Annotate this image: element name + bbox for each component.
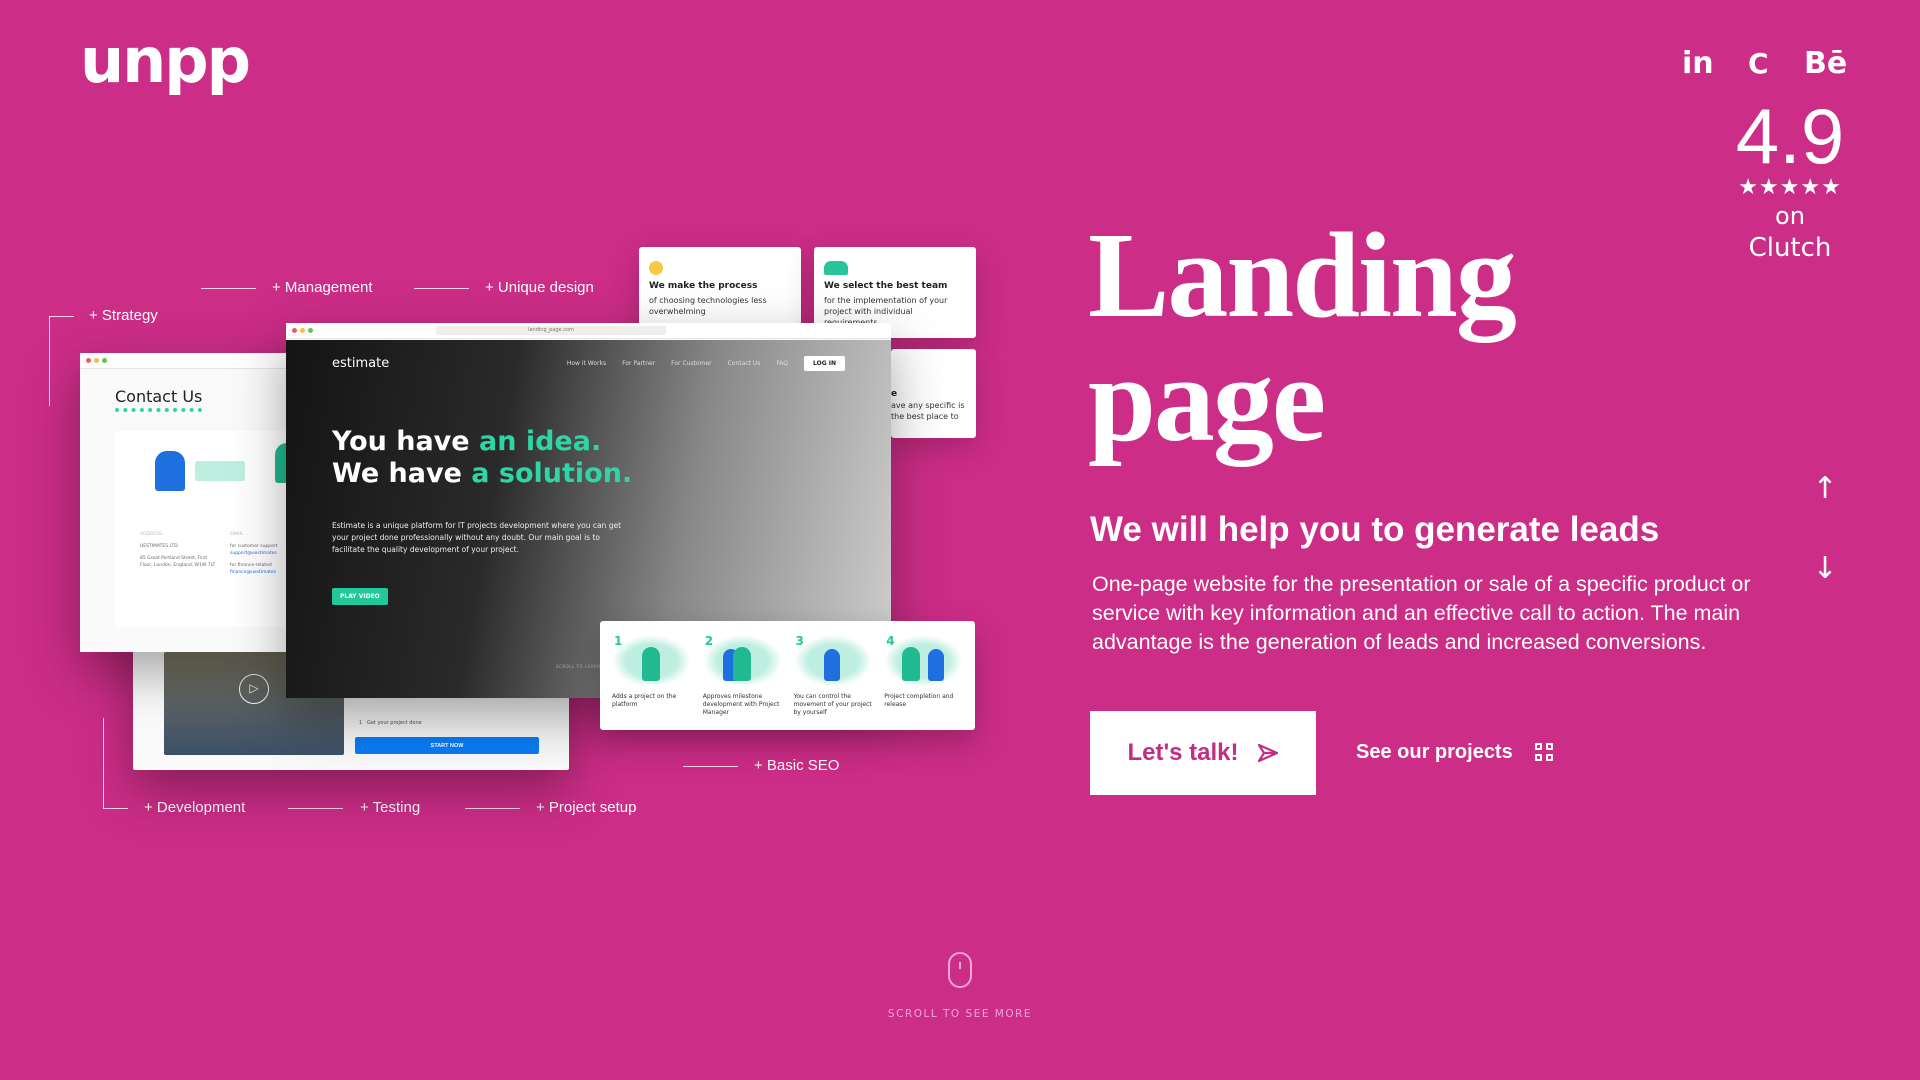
scroll-label: SCROLL TO SEE MORE	[887, 1008, 1033, 1020]
hero-description: One-page website for the presentation or…	[1092, 572, 1751, 654]
mockup-paragraph: Estimate is a unique platform for IT pro…	[332, 521, 622, 554]
step-item: 3 You can control the movement of your pr…	[793, 634, 873, 716]
address-block: ADDRESS UESTIMATES LTD 85 Great Portland…	[140, 532, 216, 568]
divider	[683, 766, 738, 767]
lightbulb-icon	[649, 261, 663, 275]
team-icon	[824, 261, 848, 275]
card-title: e	[891, 389, 898, 399]
card-title: We select the best team	[824, 281, 948, 291]
mockup-play-video: PLAY VIDEO	[332, 588, 388, 605]
card-text: ave any specific is the best place to	[891, 401, 965, 421]
divider	[201, 288, 256, 289]
arrow-up-icon[interactable]: ↑	[1810, 474, 1840, 504]
label-development: + Development	[144, 799, 246, 816]
browser-bar	[80, 353, 310, 369]
see-projects-link[interactable]: See our projects	[1356, 737, 1553, 767]
divider	[288, 808, 343, 809]
start-now-button[interactable]: START NOW	[355, 737, 539, 754]
scroll-indicator[interactable]: SCROLL TO SEE MORE	[860, 952, 1060, 1020]
clutch-rating[interactable]: 4.9 ★★★★★ on Clutch	[1730, 96, 1850, 264]
card-text: of choosing technologies less overwhelmi…	[649, 296, 767, 316]
title-line-1: Landing	[1088, 208, 1517, 343]
step-item: 4 Project completion and release	[884, 635, 963, 716]
mockup-brand: estimate	[332, 356, 390, 371]
mockup-nav-item: For Partner	[622, 360, 656, 367]
title-line-2: page	[1088, 332, 1326, 467]
illustration	[195, 461, 245, 481]
mockup-nav: estimate How it Works For Partner For Cu…	[332, 356, 845, 371]
rating-prefix: on	[1775, 202, 1805, 230]
bracket-line	[103, 718, 104, 808]
contact-title: Contact Us	[115, 387, 203, 412]
contact-window: Contact Us ADDRESS UESTIMATES LTD 85 Gre…	[80, 353, 310, 652]
send-icon	[1257, 743, 1278, 763]
behance-icon[interactable]: Bē	[1804, 46, 1847, 82]
rating-platform-name: Clutch	[1748, 233, 1832, 263]
label-unique-design: + Unique design	[485, 279, 594, 296]
mockup-login: LOG IN	[804, 356, 845, 371]
mockup-scroll: SCROLL TO LEARN	[556, 664, 601, 669]
step-item: 2 Approves milestone development with Pro…	[702, 635, 782, 716]
steps-card: 1 Adds a project on the platform 2 Approve…	[600, 621, 975, 730]
mockup-headline: You have an idea. We have a solution.	[332, 426, 633, 489]
label-basic-seo: + Basic SEO	[754, 757, 840, 774]
divider	[465, 808, 520, 809]
mockup-nav-item: How it Works	[566, 360, 607, 367]
url-bar: landing_page.com	[436, 326, 666, 335]
feature-card: e ave any specific is the best place to	[891, 349, 976, 438]
rating-platform: on Clutch	[1730, 200, 1850, 264]
play-icon[interactable]: ▷	[239, 674, 269, 704]
label-project-setup: + Project setup	[536, 799, 637, 816]
linkedin-icon[interactable]: in	[1682, 46, 1714, 82]
mockup-nav-item: Contact Us	[727, 360, 761, 367]
contact-panel: ADDRESS UESTIMATES LTD 85 Great Portland…	[115, 431, 310, 627]
lets-talk-label: Let's talk!	[1127, 739, 1239, 766]
rating-score: 4.9	[1735, 92, 1845, 180]
divider	[103, 808, 128, 809]
see-projects-label: See our projects	[1356, 741, 1513, 763]
grid-icon	[1534, 743, 1553, 761]
divider	[414, 288, 469, 289]
clutch-icon[interactable]: C	[1748, 46, 1769, 82]
mockup-nav-item: For Customer	[671, 360, 712, 367]
form-step: 1 Get your project done	[359, 720, 422, 726]
page-title: Landing page	[1088, 208, 1517, 467]
rating-stars: ★★★★★	[1738, 175, 1842, 200]
mouse-icon	[948, 952, 972, 988]
illustration	[155, 451, 185, 491]
bracket-line	[49, 316, 50, 406]
hero-subtitle: We will help you to generate leads	[1090, 510, 1660, 549]
logo[interactable]: unpp	[80, 30, 251, 92]
card-title: We make the process	[649, 281, 758, 291]
lets-talk-button[interactable]: Let's talk!	[1090, 711, 1316, 795]
browser-bar: landing_page.com	[286, 323, 891, 339]
mockup-nav-item: FAQ	[776, 360, 789, 367]
step-item: 1 Adds a project on the platform	[612, 635, 691, 716]
arrow-down-icon[interactable]: ↓	[1810, 554, 1840, 584]
label-strategy: + Strategy	[89, 307, 158, 324]
label-management: + Management	[272, 279, 373, 296]
label-testing: + Testing	[360, 799, 421, 816]
divider	[49, 316, 74, 317]
